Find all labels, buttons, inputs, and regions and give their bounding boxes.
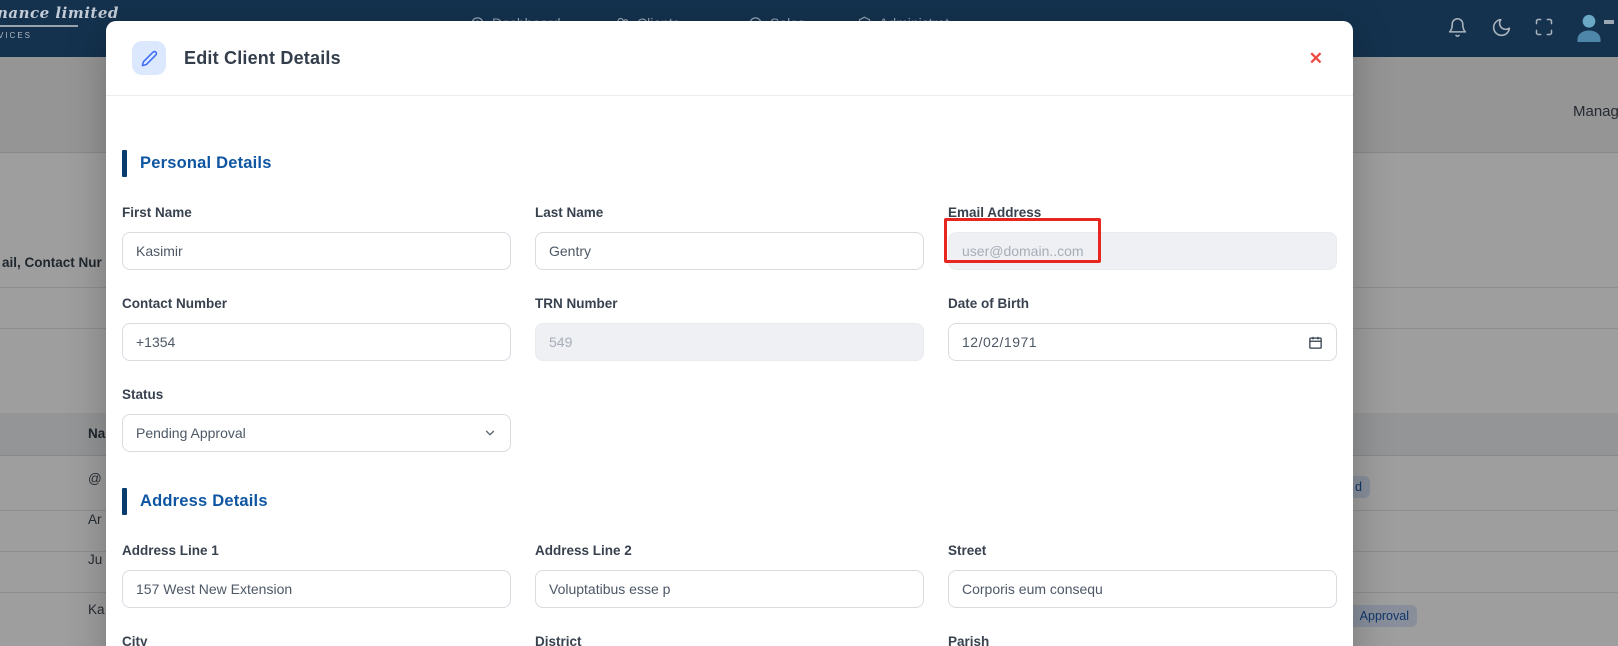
district-field-group: District [535,634,924,646]
address-line2-field-group: Address Line 2 [535,543,924,608]
first-name-field-group: First Name [122,205,511,270]
section-accent-bar [122,488,127,515]
last-name-input[interactable] [535,232,924,270]
parish-label: Parish [948,634,1337,646]
address-line2-input[interactable] [535,570,924,608]
street-label: Street [948,543,1337,558]
last-name-field-group: Last Name [535,205,924,270]
modal-title: Edit Client Details [184,48,341,69]
logo-subtext-partial: VICES [0,31,119,40]
address-details-grid: Address Line 1 Address Line 2 Street Cit… [122,543,1337,646]
modal-body: Personal Details First Name Last Name Em… [106,150,1353,646]
status-select[interactable]: Pending Approval [122,414,511,452]
trn-number-input[interactable] [535,323,924,361]
parish-field-group: Parish [948,634,1337,646]
email-input[interactable] [948,232,1337,270]
trn-number-field-group: TRN Number [535,296,924,361]
address-line1-field-group: Address Line 1 [122,543,511,608]
calendar-icon[interactable] [1308,335,1323,350]
notifications-bell-icon[interactable] [1444,14,1470,40]
personal-details-section-heading: Personal Details [122,150,1337,177]
close-icon[interactable]: ✕ [1305,46,1327,71]
dob-field-group: Date of Birth 12/02/1971 [948,296,1337,361]
district-label: District [535,634,924,646]
app-logo[interactable]: nance limited VICES [0,4,119,40]
modal-header: Edit Client Details ✕ [106,21,1353,96]
city-field-group: City [122,634,511,646]
user-avatar-icon[interactable] [1574,11,1604,43]
edit-pencil-chip [132,41,166,75]
address-line1-input[interactable] [122,570,511,608]
trn-number-label: TRN Number [535,296,924,311]
contact-number-label: Contact Number [122,296,511,311]
dob-label: Date of Birth [948,296,1337,311]
edit-client-modal: Edit Client Details ✕ Personal Details F… [106,21,1353,646]
email-label: Email Address [948,205,1337,220]
fullscreen-icon[interactable] [1531,14,1557,40]
contact-number-input[interactable] [122,323,511,361]
first-name-input[interactable] [122,232,511,270]
dark-mode-moon-icon[interactable] [1488,14,1514,40]
first-name-label: First Name [122,205,511,220]
pencil-icon [141,50,158,67]
street-field-group: Street [948,543,1337,608]
address-details-section-heading: Address Details [122,488,1337,515]
status-label: Status [122,387,511,402]
personal-details-grid: First Name Last Name Email Address Conta… [122,205,1337,452]
user-name-partial [1604,20,1614,24]
city-label: City [122,634,511,646]
section-accent-bar [122,150,127,177]
logo-text-partial: nance limited [0,4,119,22]
address-line2-label: Address Line 2 [535,543,924,558]
logo-divider [0,25,78,27]
last-name-label: Last Name [535,205,924,220]
chevron-down-icon [483,426,497,440]
dob-date-input[interactable]: 12/02/1971 [948,323,1337,361]
status-field-group: Status Pending Approval [122,387,511,452]
email-field-group: Email Address [948,205,1337,270]
street-input[interactable] [948,570,1337,608]
contact-number-field-group: Contact Number [122,296,511,361]
address-line1-label: Address Line 1 [122,543,511,558]
